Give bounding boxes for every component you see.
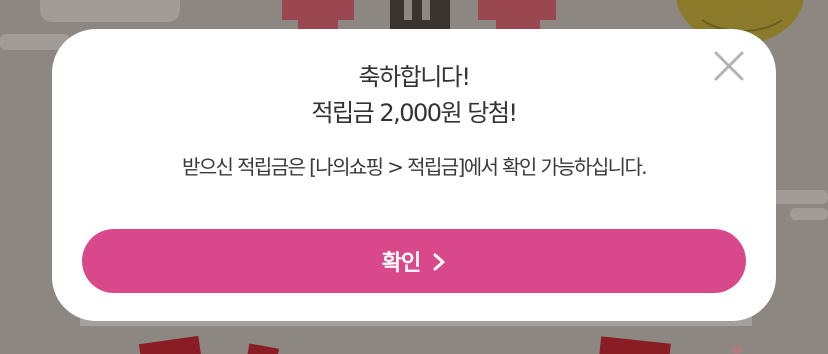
background-cloud: [770, 190, 828, 204]
background-cloud: [790, 208, 828, 220]
modal-headline: 축하합니다! 적립금 2,000원 당첨!: [52, 59, 776, 131]
prize-modal: 축하합니다! 적립금 2,000원 당첨! 받으신 적립금은 [나의쇼핑 > 적…: [52, 29, 776, 321]
prize-amount-text: 적립금 2,000원 당첨!: [311, 99, 518, 127]
background-heart-icon: ♥: [730, 342, 745, 354]
background-cloud: [40, 0, 180, 22]
confirm-button[interactable]: 확인: [82, 229, 746, 293]
background-decoration: [138, 335, 202, 354]
confirm-button-label: 확인: [381, 251, 421, 276]
chevron-right-icon: [433, 253, 445, 271]
background-decoration: [247, 343, 279, 354]
background-decoration: [599, 336, 671, 354]
congratulations-text: 축하합니다!: [358, 63, 471, 91]
modal-message: 받으신 적립금은 [나의쇼핑 > 적립금]에서 확인 가능하십니다.: [181, 155, 648, 179]
